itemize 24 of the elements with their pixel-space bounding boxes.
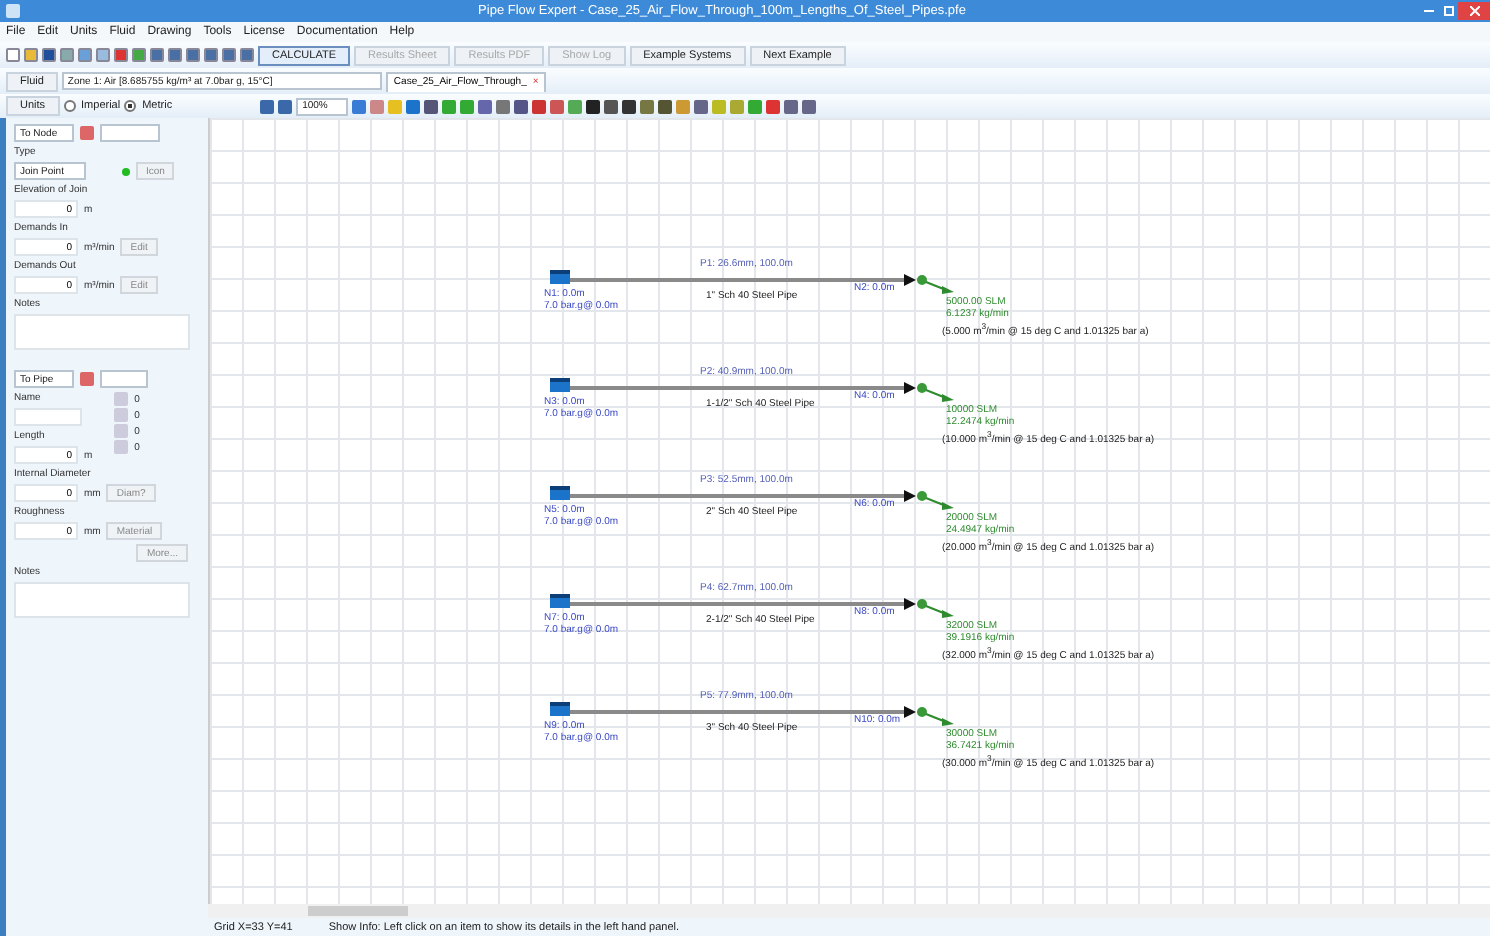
radio-button[interactable] [124,100,137,112]
end-node-icon[interactable] [917,599,927,609]
pipe-line[interactable] [570,274,916,286]
line-style-dropdown[interactable] [100,370,148,388]
end-node-icon[interactable] [917,383,927,393]
flow-arrow-icon [925,389,954,402]
end-node-icon[interactable] [917,275,927,285]
pipe-line[interactable] [570,382,916,394]
horizontal-scrollbar[interactable] [208,904,1490,918]
node-field[interactable] [100,124,160,142]
flow-arrow-icon [925,281,954,294]
pipe-line[interactable] [570,598,916,610]
end-node-icon[interactable] [917,707,927,717]
pipe-line[interactable] [570,490,916,502]
flow-arrow-icon [925,713,954,726]
pipe-line[interactable] [570,706,916,718]
name-field[interactable] [14,408,82,426]
end-node-icon[interactable] [917,491,927,501]
notes-field[interactable] [14,314,190,350]
flow-arrow-icon [925,497,954,510]
radio-button[interactable] [63,100,76,112]
maximize-icon[interactable] [1438,2,1458,20]
notes-field[interactable] [14,582,190,618]
flow-arrow-icon [925,605,954,618]
